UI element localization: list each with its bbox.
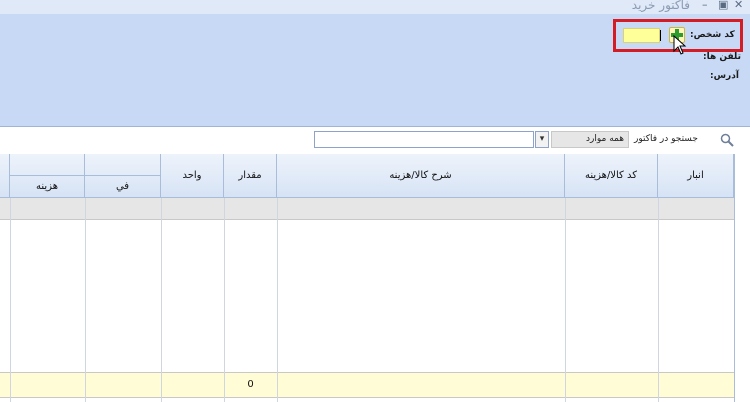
- grid-totals-row: [0, 372, 750, 398]
- mouse-cursor-icon: [673, 35, 687, 55]
- phones-label: تلفن ها:: [703, 52, 741, 62]
- restore-button[interactable]: ▣: [718, 0, 728, 11]
- column-divider: [85, 372, 86, 398]
- column-header-unit[interactable]: واحد: [161, 154, 224, 198]
- address-label: آدرس:: [710, 71, 739, 81]
- close-button[interactable]: ✕: [734, 0, 743, 11]
- column-divider: [277, 372, 278, 398]
- search-input[interactable]: [314, 131, 534, 148]
- column-divider: [658, 372, 659, 398]
- quantity-total: 0: [247, 379, 254, 390]
- chevron-down-icon[interactable]: ▾: [535, 131, 549, 148]
- minimize-button[interactable]: –: [702, 0, 708, 11]
- purchase-invoice-window: فاکتور خرید ✕ ▣ – کد شخص: تلفن ها: آدرس:…: [0, 0, 750, 402]
- header-group-divider: [10, 175, 161, 176]
- search-scope-select[interactable]: همه موارد: [551, 131, 629, 148]
- search-icon[interactable]: [720, 133, 734, 147]
- window-title: فاکتور خرید: [631, 0, 690, 12]
- grid-header-spacer: [0, 154, 10, 198]
- column-header-cost[interactable]: هزینه: [10, 154, 85, 198]
- column-header-warehouse[interactable]: انبار: [658, 154, 734, 198]
- column-header-unit-price[interactable]: في: [85, 154, 161, 198]
- invoice-items-grid: هزینه في واحد مقدار شرح کالا/هزینه کد کا…: [0, 154, 750, 402]
- column-divider: [565, 372, 566, 398]
- column-header-item-code[interactable]: کد کالا/هزینه: [565, 154, 658, 198]
- column-divider: [161, 372, 162, 398]
- column-divider: [10, 372, 11, 398]
- column-header-quantity[interactable]: مقدار: [224, 154, 277, 198]
- search-label: جستجو در فاکتور: [634, 134, 698, 144]
- column-header-description[interactable]: شرح کالا/هزینه: [277, 154, 565, 198]
- title-bar: فاکتور خرید ✕ ▣ –: [0, 0, 750, 14]
- grid-scroll-edge[interactable]: [734, 154, 750, 402]
- grid-filter-row[interactable]: [0, 198, 750, 220]
